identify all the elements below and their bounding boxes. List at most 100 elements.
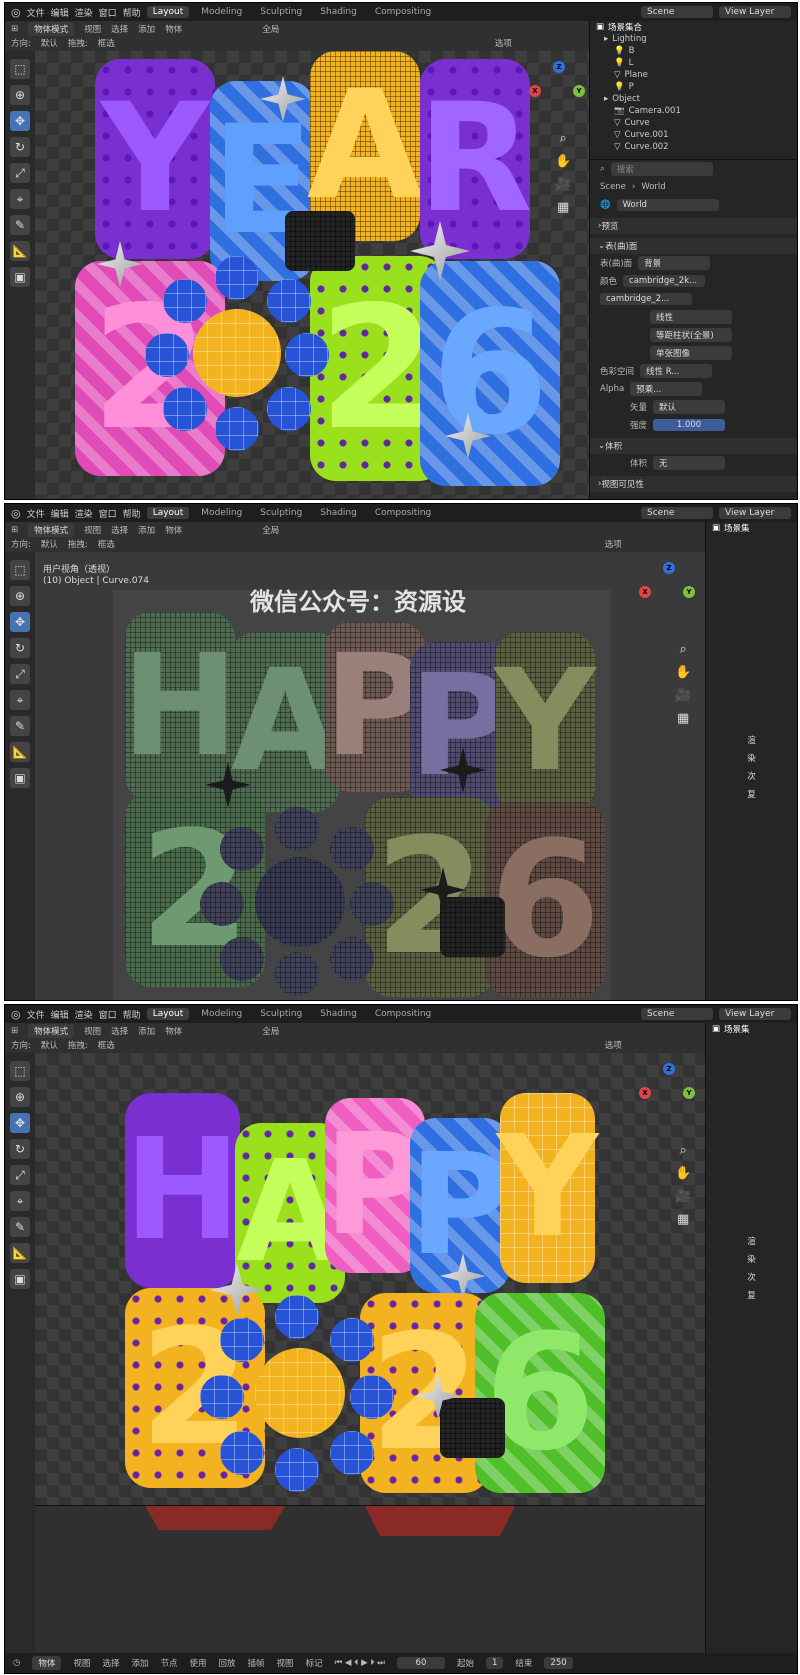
add-cube-icon[interactable]: ▣ (10, 267, 30, 287)
mode-selector[interactable]: 物体模式 (28, 523, 75, 537)
menu-window[interactable]: 窗口 (99, 6, 117, 19)
axis-y-icon[interactable]: Y (573, 85, 585, 97)
drag-value[interactable]: 框选 (98, 1039, 115, 1051)
section-surface[interactable]: ⌄ 表(曲)面 (590, 238, 797, 254)
timeline-menu-select[interactable]: 选择 (102, 1657, 119, 1669)
camera-icon[interactable]: 🎥 (675, 688, 691, 703)
editor-type-icon[interactable]: ⊞ (11, 525, 18, 535)
tab-sculpting[interactable]: Sculpting (254, 507, 308, 519)
3d-viewport[interactable]: 用户视角（透视） (10) Object | Curve.074 H A P P… (35, 552, 705, 1000)
select-box-icon[interactable]: ⬚ (10, 560, 30, 580)
scene-selector[interactable]: Scene (641, 6, 713, 18)
menu-help[interactable]: 帮助 (123, 507, 141, 520)
scale-icon[interactable]: ⤢ (10, 1165, 30, 1185)
outliner-item[interactable]: 💡 B (590, 45, 797, 57)
blender-logo-icon[interactable]: ◎ (11, 1008, 21, 1021)
global-transform[interactable]: 全局 (262, 1025, 279, 1037)
zoom-icon[interactable]: ⌕ (559, 131, 566, 146)
menu-file[interactable]: 文件 (27, 507, 45, 520)
tab-compositing[interactable]: Compositing (369, 507, 437, 519)
outliner-item[interactable]: ▽ Curve.001 (590, 129, 797, 141)
move-icon[interactable]: ✥ (10, 111, 30, 131)
outliner-item[interactable]: ▸ Object (590, 93, 797, 105)
outliner-item[interactable]: 📷 Camera.001 (590, 105, 797, 117)
menu-edit[interactable]: 编辑 (51, 507, 69, 520)
select-box-icon[interactable]: ⬚ (10, 59, 30, 79)
axis-z-icon[interactable]: Z (553, 61, 565, 73)
menu-render[interactable]: 渲染 (75, 1008, 93, 1021)
measure-icon[interactable]: 📐 (10, 241, 30, 261)
outliner-item[interactable]: ▽ Plane (590, 69, 797, 81)
measure-icon[interactable]: 📐 (10, 1243, 30, 1263)
marker-menu[interactable]: 标记 (306, 1657, 323, 1669)
tab-modeling[interactable]: Modeling (195, 6, 248, 18)
tab-shading[interactable]: Shading (314, 1008, 363, 1020)
options-button[interactable]: 选项 (495, 37, 512, 49)
editor-type-icon[interactable]: ⊞ (11, 1026, 18, 1036)
orientation-value[interactable]: 默认 (41, 37, 58, 49)
outliner-item[interactable]: ▽ Curve (590, 117, 797, 129)
menu-help[interactable]: 帮助 (123, 6, 141, 19)
orientation-value[interactable]: 默认 (41, 538, 58, 550)
axis-x-icon[interactable]: X (529, 85, 541, 97)
grid-icon[interactable]: ▦ (557, 200, 569, 215)
scale-icon[interactable]: ⤢ (10, 163, 30, 183)
measure-icon[interactable]: 📐 (10, 742, 30, 762)
pan-hand-icon[interactable]: ✋ (675, 665, 691, 680)
menu-render[interactable]: 渲染 (75, 507, 93, 520)
menu-window[interactable]: 窗口 (99, 507, 117, 520)
menu-add[interactable]: 添加 (138, 1025, 155, 1037)
menu-add[interactable]: 添加 (138, 524, 155, 536)
menu-edit[interactable]: 编辑 (51, 6, 69, 19)
3d-viewport[interactable]: H A P P Y 2 2 6 Z X Y ⌕ ✋ 🎥 ▦ (35, 1053, 705, 1505)
navigation-gizmo[interactable]: Z X Y (529, 61, 589, 121)
orientation-value[interactable]: 默认 (41, 1039, 58, 1051)
section-preview[interactable]: › 预览 (590, 218, 797, 234)
camera-icon[interactable]: 🎥 (555, 177, 571, 192)
outliner-item[interactable]: ▽ Curve.002 (590, 141, 797, 153)
cursor-icon[interactable]: ⊕ (10, 85, 30, 105)
menu-render[interactable]: 渲染 (75, 6, 93, 19)
add-cube-icon[interactable]: ▣ (10, 768, 30, 788)
mode-selector[interactable]: 物体模式 (28, 1024, 75, 1038)
global-transform[interactable]: 全局 (262, 23, 279, 35)
scene-selector[interactable]: Scene (641, 507, 713, 519)
zoom-icon[interactable]: ⌕ (679, 642, 686, 657)
menu-select[interactable]: 选择 (111, 23, 128, 35)
lower-editor[interactable] (35, 1505, 705, 1654)
timeline-menu-node[interactable]: 节点 (160, 1657, 177, 1669)
outliner-item[interactable]: 💡 P (590, 81, 797, 93)
outliner-item[interactable]: 💡 L (590, 57, 797, 69)
menu-object[interactable]: 物体 (165, 23, 182, 35)
tab-sculpting[interactable]: Sculpting (254, 1008, 308, 1020)
blender-logo-icon[interactable]: ◎ (11, 6, 21, 19)
scale-icon[interactable]: ⤢ (10, 664, 30, 684)
transform-icon[interactable]: ⌖ (10, 690, 30, 710)
properties-search-input[interactable]: 搜索 (610, 162, 713, 176)
tab-modeling[interactable]: Modeling (195, 507, 248, 519)
tab-layout[interactable]: Layout (146, 507, 190, 519)
drag-value[interactable]: 框选 (98, 538, 115, 550)
navigation-gizmo[interactable]: Z X Y (639, 1063, 699, 1123)
blender-logo-icon[interactable]: ◎ (11, 507, 21, 520)
rotate-icon[interactable]: ↻ (10, 137, 30, 157)
menu-view[interactable]: 视图 (84, 1025, 101, 1037)
menu-select[interactable]: 选择 (111, 524, 128, 536)
rotate-icon[interactable]: ↻ (10, 638, 30, 658)
section-volume[interactable]: ⌄ 体积 (590, 438, 797, 454)
annotate-icon[interactable]: ✎ (10, 1217, 30, 1237)
timeline-mode[interactable]: 物体 (32, 1656, 62, 1670)
tab-compositing[interactable]: Compositing (369, 1008, 437, 1020)
grid-icon[interactable]: ▦ (677, 711, 689, 726)
menu-help[interactable]: 帮助 (123, 1008, 141, 1021)
cursor-icon[interactable]: ⊕ (10, 586, 30, 606)
editor-type-icon[interactable]: ⊞ (11, 24, 18, 34)
view-layer-selector[interactable]: View Layer (719, 507, 791, 519)
world-name-field[interactable]: World (616, 199, 719, 211)
use-nodes-toggle[interactable]: 使用 (190, 1657, 207, 1669)
view-layer-selector[interactable]: View Layer (719, 1008, 791, 1020)
pan-hand-icon[interactable]: ✋ (675, 1166, 691, 1181)
menu-select[interactable]: 选择 (111, 1025, 128, 1037)
menu-window[interactable]: 窗口 (99, 1008, 117, 1021)
tab-sculpting[interactable]: Sculpting (254, 6, 308, 18)
